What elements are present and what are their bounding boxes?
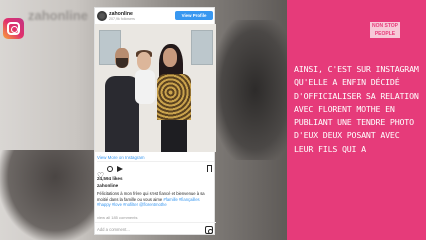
post-actions: [97, 165, 214, 173]
card-header: zahonline 207,9k followers View Profile: [95, 8, 216, 24]
child-figure: [135, 70, 155, 104]
man-figure: [105, 76, 139, 152]
badge-line2: PEOPLE: [374, 31, 396, 37]
instagram-embed-card: zahonline 207,9k followers View Profile …: [94, 7, 216, 236]
view-profile-button[interactable]: View Profile: [175, 11, 213, 20]
share-icon[interactable]: [117, 166, 123, 172]
background-figure-dark: [215, 20, 295, 160]
window: [191, 30, 213, 65]
card-footer: Add a comment...: [95, 222, 216, 236]
avatar[interactable]: [97, 11, 107, 21]
post-photo[interactable]: [95, 24, 216, 152]
post-caption: Félicitations à mon frère qui s'est fian…: [97, 191, 209, 208]
instagram-small-icon[interactable]: [205, 226, 213, 234]
non-stop-people-badge: NON STOP PEOPLE: [370, 22, 400, 38]
woman-leopard-top: [157, 74, 191, 120]
followers-count: 207,9k followers: [109, 17, 135, 21]
instagram-icon: [3, 18, 24, 39]
woman-head: [163, 48, 177, 67]
view-more-link[interactable]: View More on Instagram: [97, 154, 214, 162]
comment-icon[interactable]: [107, 166, 113, 172]
man-beard: [116, 58, 128, 68]
bookmark-icon[interactable]: [207, 165, 212, 172]
add-comment-field[interactable]: Add a comment...: [97, 227, 130, 232]
likes-count: 24,594 likes: [97, 176, 123, 181]
view-comments-link[interactable]: view all 185 comments: [97, 215, 137, 220]
child-head: [137, 52, 151, 70]
post-author[interactable]: zahonline: [97, 183, 118, 188]
background-ghost-text: zahonline: [28, 8, 88, 23]
badge-line1: NON STOP: [371, 23, 399, 29]
heart-icon[interactable]: [97, 165, 104, 172]
caption-text: Ainsi, c'est sur Instagram qu'elle a enf…: [294, 64, 419, 154]
woman-pants: [161, 120, 187, 152]
